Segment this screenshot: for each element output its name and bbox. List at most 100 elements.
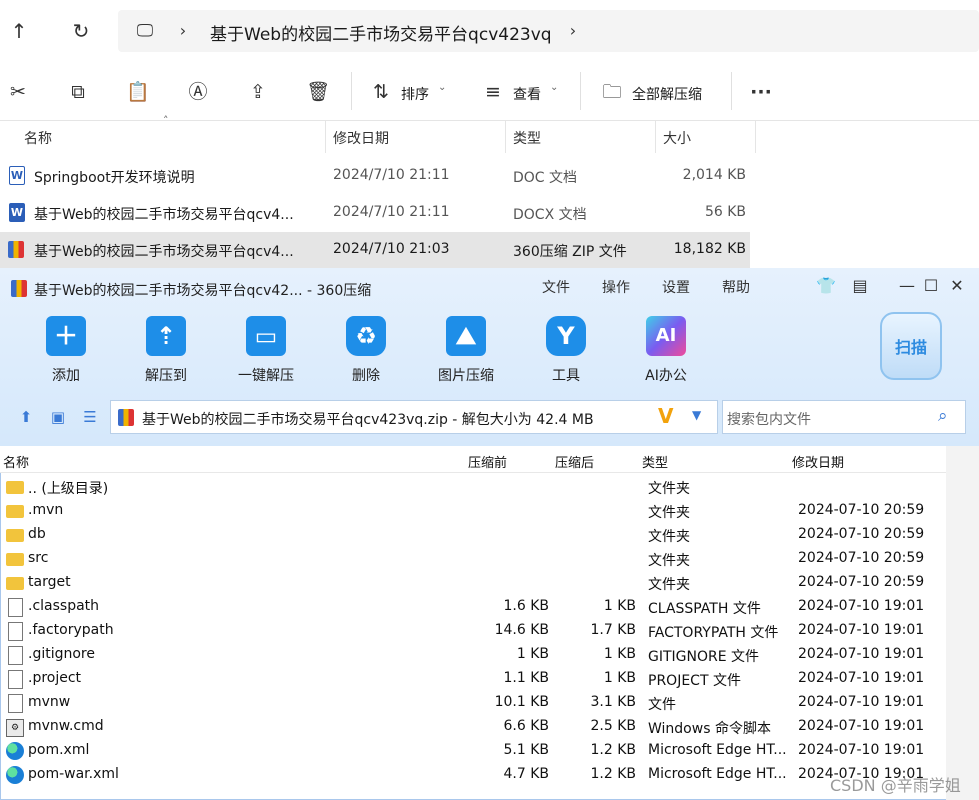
view-button[interactable]: 查看 [513, 84, 541, 104]
file-row[interactable]: W 基于Web的校园二手市场交易平台qcv4... 2024/7/10 21:1… [0, 195, 750, 231]
archive-row[interactable]: src 文件夹 2024-07-10 20:59 [0, 547, 946, 571]
archive-row[interactable]: mvnw 10.1 KB 3.1 KB 文件 2024-07-10 19:01 [0, 691, 946, 715]
archive-row[interactable]: ⚙ mvnw.cmd 6.6 KB 2.5 KB Windows 命令脚本 2024-07… [0, 715, 946, 739]
window-title: 基于Web的校园二手市场交易平台qcv42... - 360压缩 [34, 283, 372, 299]
scan-button[interactable]: 扫描 [880, 312, 942, 380]
tool-tools-label[interactable]: 工具 [521, 365, 611, 385]
menu-file[interactable]: 文件 [542, 277, 570, 297]
refresh-icon[interactable]: ↻ [70, 20, 92, 42]
up-level-icon[interactable]: ⬆ [16, 408, 36, 426]
col-date[interactable]: 修改日期 [792, 452, 844, 471]
view-icon[interactable]: ≡ [480, 79, 506, 105]
sort-icon[interactable]: ⇅ [368, 79, 394, 105]
chevron-right-icon[interactable]: › [172, 20, 194, 42]
feedback-icon[interactable]: ▤ [850, 276, 870, 295]
archive-row[interactable]: .factorypath 14.6 KB 1.7 KB FACTORYPATH 文件 2… [0, 619, 946, 643]
computer-icon[interactable]: 🖵 [134, 20, 156, 42]
entry-date: 2024-07-10 20:59 [798, 574, 925, 590]
entry-size-after: 3.1 KB [590, 694, 637, 710]
chevron-down-icon[interactable]: ⌄ [550, 82, 558, 93]
menu-help[interactable]: 帮助 [722, 277, 750, 297]
archive-row[interactable]: pom-war.xml 4.7 KB 1.2 KB Microsoft Edge HT… [0, 763, 946, 787]
column-name[interactable]: 名称 [24, 128, 52, 148]
app-zip-icon [11, 280, 27, 297]
tool-extract-to-label[interactable]: 解压到 [121, 365, 211, 385]
entry-date: 2024-07-10 19:01 [798, 622, 925, 638]
col-type[interactable]: 类型 [642, 452, 668, 471]
extract-all-button[interactable]: 全部解压缩 [632, 84, 702, 104]
entry-size-after: 1 KB [603, 598, 636, 614]
entry-name: .classpath [28, 598, 100, 614]
entry-size-after: 2.5 KB [590, 718, 637, 734]
menu-operate[interactable]: 操作 [602, 277, 630, 297]
archive-row[interactable]: pom.xml 5.1 KB 1.2 KB Microsoft Edge HT... 2… [0, 739, 946, 763]
tool-image-compress-label[interactable]: 图片压缩 [421, 365, 511, 385]
search-input[interactable]: 搜索包内文件 [727, 409, 811, 429]
archive-row[interactable]: .. (上级目录) 文件夹 [0, 475, 946, 499]
copy-icon[interactable]: ⧉ [65, 79, 91, 105]
sort-button[interactable]: 排序 [401, 84, 429, 104]
col-after[interactable]: 压缩后 [555, 452, 594, 471]
file-icon [8, 646, 23, 665]
tool-one-click-extract-label[interactable]: 一键解压 [221, 365, 311, 385]
image-compress-icon[interactable]: ⛰ [446, 316, 486, 356]
column-divider [655, 121, 656, 153]
extract-folder-icon[interactable]: 🗀 [599, 79, 625, 105]
archive-row[interactable]: .project 1.1 KB 1 KB PROJECT 文件 2024-07-10 1… [0, 667, 946, 691]
list-view-icon[interactable]: ☰ [80, 408, 100, 426]
up-arrow-icon[interactable]: ↑ [8, 20, 30, 42]
tool-add-label[interactable]: 添加 [21, 365, 111, 385]
entry-name: .project [28, 670, 82, 686]
tools-icon[interactable]: Y [546, 316, 586, 356]
archive-row[interactable]: .gitignore 1 KB 1 KB GITIGNORE 文件 2024-07-10… [0, 643, 946, 667]
share-icon[interactable]: ⇪ [245, 79, 271, 105]
edge-icon [6, 766, 24, 784]
entry-date: 2024-07-10 19:01 [798, 670, 925, 686]
rename-icon[interactable]: Ⓐ [185, 79, 211, 105]
column-type[interactable]: 类型 [513, 128, 541, 148]
watermark: CSDN @辛雨学姐 [830, 776, 961, 795]
paste-icon[interactable]: 📋 [125, 79, 151, 105]
entry-name: target [28, 574, 71, 590]
menu-settings[interactable]: 设置 [662, 277, 690, 297]
minimize-icon[interactable]: — [897, 276, 917, 295]
breadcrumb-folder[interactable]: 基于Web的校园二手市场交易平台qcv423vq [210, 20, 552, 45]
archive-row[interactable]: target 文件夹 2024-07-10 20:59 [0, 571, 946, 595]
extract-to-icon[interactable]: ⇡ [146, 316, 186, 356]
archive-row[interactable]: .classpath 1.6 KB 1 KB CLASSPATH 文件 2024-07-… [0, 595, 946, 619]
tool-delete-label[interactable]: 删除 [321, 365, 411, 385]
entry-type: 文件 [648, 697, 676, 713]
archive-path[interactable]: 基于Web的校园二手市场交易平台qcv423vq.zip - 解包大小为 42.… [142, 409, 594, 429]
archive-row[interactable]: .mvn 文件夹 2024-07-10 20:59 [0, 499, 946, 523]
more-options-icon[interactable]: ··· [748, 79, 774, 105]
file-row[interactable]: W Springboot开发环境说明 2024/7/10 21:11 DOC 文… [0, 158, 750, 194]
search-icon[interactable]: ⌕ [938, 406, 948, 426]
file-icon [8, 670, 23, 689]
column-size[interactable]: 大小 [663, 128, 691, 148]
chevron-down-icon[interactable]: ⌄ [438, 82, 446, 93]
verified-v-icon[interactable]: V [658, 404, 673, 428]
close-icon[interactable]: ✕ [947, 276, 967, 295]
col-name[interactable]: 名称 [3, 452, 29, 471]
scrollbar[interactable] [946, 446, 979, 800]
file-row-selected[interactable]: 基于Web的校园二手市场交易平台qcv4... 2024/7/10 21:03 … [0, 232, 750, 268]
col-before[interactable]: 压缩前 [468, 452, 507, 471]
skin-icon[interactable]: 👕 [816, 276, 836, 295]
archive-row[interactable]: db 文件夹 2024-07-10 20:59 [0, 523, 946, 547]
column-date[interactable]: 修改日期 [333, 128, 389, 148]
dropdown-arrow-icon[interactable]: ▼ [692, 408, 701, 422]
entry-type: Microsoft Edge HT... [648, 742, 787, 758]
cut-icon[interactable]: ✂ [5, 79, 31, 105]
chevron-right-icon[interactable]: › [562, 20, 584, 42]
delete-icon[interactable]: ♻ [346, 316, 386, 356]
add-icon[interactable]: ＋ [46, 316, 86, 356]
entry-size-before: 1.1 KB [503, 670, 550, 686]
delete-icon[interactable]: 🗑 [305, 79, 331, 105]
maximize-icon[interactable]: ☐ [921, 276, 941, 295]
entry-date: 2024-07-10 20:59 [798, 550, 925, 566]
tool-ai-office-label[interactable]: AI办公 [621, 365, 711, 385]
ai-office-icon[interactable]: AI [646, 316, 686, 356]
one-click-extract-icon[interactable]: ▭ [246, 316, 286, 356]
zip-icon [118, 409, 134, 426]
thumbnail-view-icon[interactable]: ▣ [48, 408, 68, 426]
